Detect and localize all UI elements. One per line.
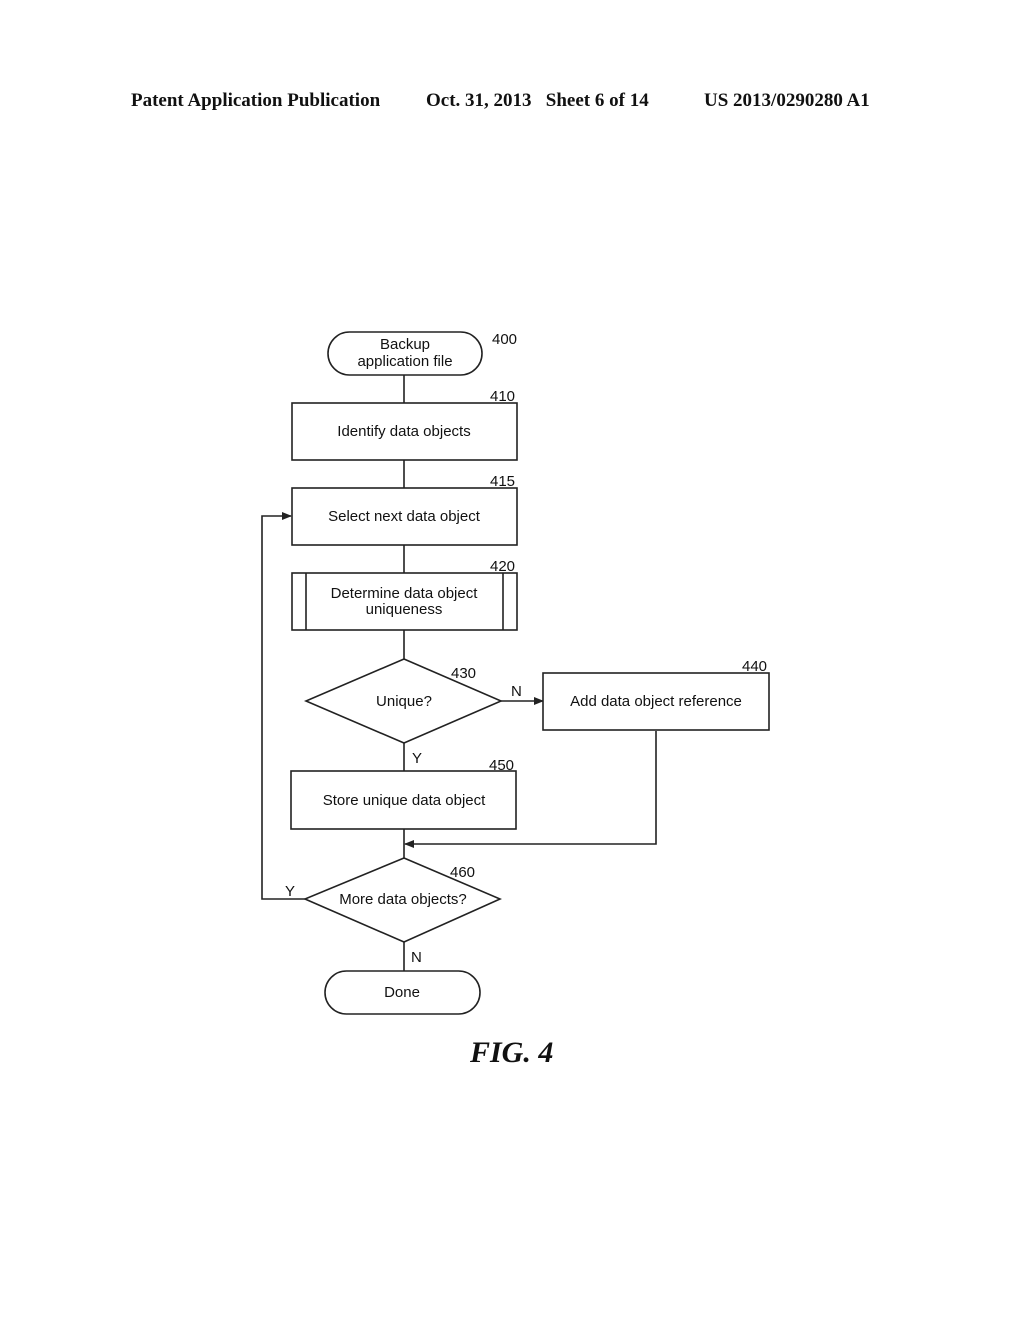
ref-415: 415 [490,473,515,490]
ref-440: 440 [742,658,767,675]
ref-450: 450 [489,757,514,774]
more-no-label: N [411,949,422,966]
store-label: Store unique data object [323,792,486,809]
ref-400: 400 [492,331,517,348]
figure-label: FIG. 4 [470,1036,554,1069]
add-reference-label: Add data object reference [570,693,742,710]
unique-yes-label: Y [412,750,422,767]
more-yes-label: Y [285,883,295,900]
more-label: More data objects? [339,891,467,908]
ref-460: 460 [450,864,475,881]
unique-no-label: N [511,683,522,700]
ref-430: 430 [451,665,476,682]
unique-label: Unique? [376,693,432,710]
done-label: Done [384,984,420,1001]
identify-label: Identify data objects [337,423,470,440]
determine-label-line1: Determine data object [331,585,479,602]
start-label-line1: Backup [380,336,430,353]
flowchart: Backup application file 400 Identify dat… [261,331,770,1015]
ref-420: 420 [490,558,515,575]
start-label-line2: application file [357,353,452,370]
select-label: Select next data object [328,508,481,525]
determine-label-line2: uniqueness [366,601,443,618]
ref-410: 410 [490,388,515,405]
